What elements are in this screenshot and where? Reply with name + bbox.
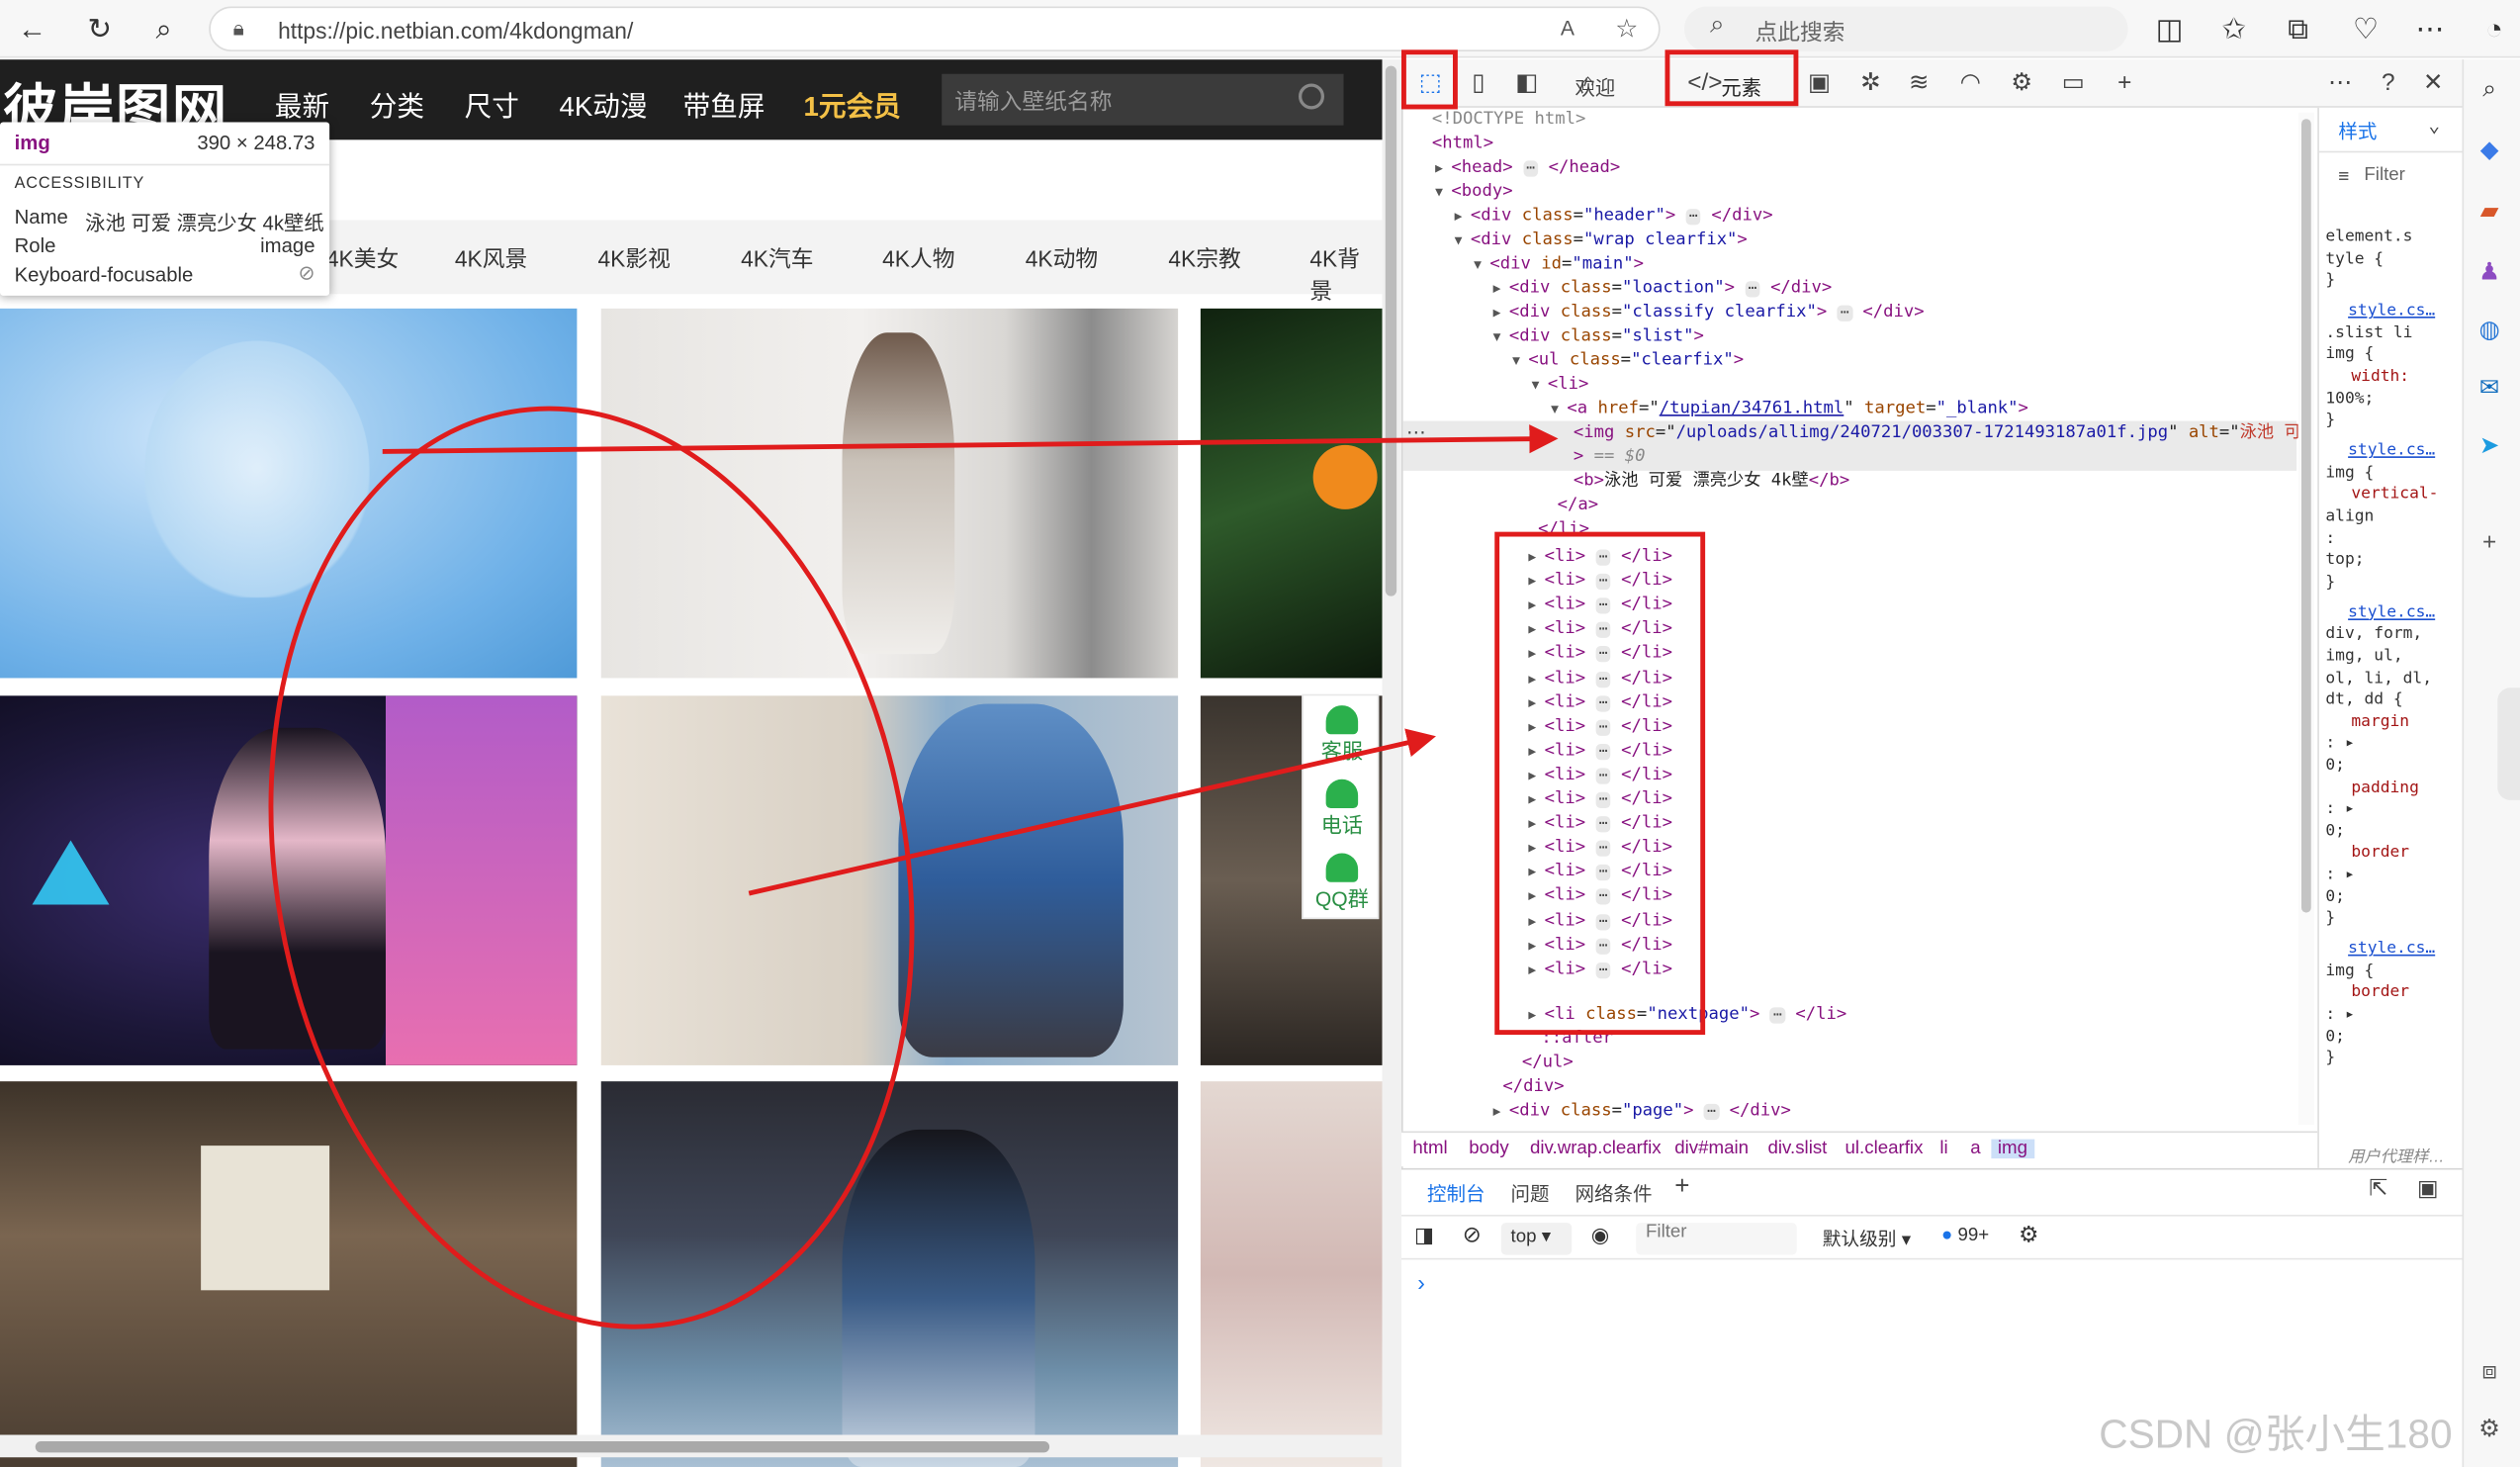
- csdn-watermark: CSDN @张小生180: [2099, 1412, 2453, 1458]
- annotation-arrow-li: [748, 728, 1436, 896]
- screenshot-root: ← ↻ ⌕ 🔒︎ https://pic.netbian.com/4kdongm…: [0, 0, 2520, 1467]
- annotation-overlay: [268, 406, 1559, 1329]
- annotation-arrow-img: [382, 424, 1559, 454]
